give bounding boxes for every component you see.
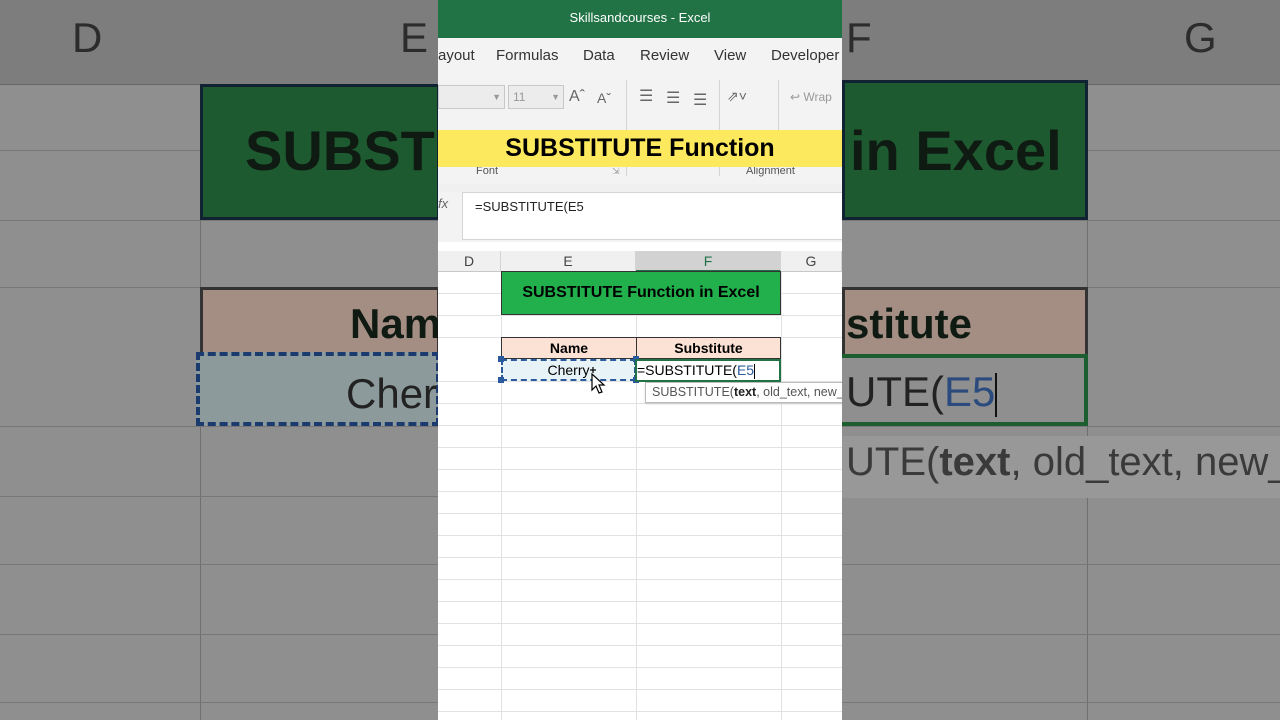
ribbon-tabs: ayout Formulas Data Review View Develope… — [438, 38, 842, 76]
formula-input[interactable]: =SUBSTITUTE(E5 — [462, 192, 842, 240]
gridline — [438, 315, 842, 316]
bg-header-left-text: Nam — [350, 300, 442, 347]
bg-title-right-text: in Excel — [850, 119, 1062, 182]
tab-review[interactable]: Review — [640, 47, 689, 64]
bg-name-text: Cher — [346, 370, 438, 417]
gridline — [438, 601, 842, 602]
tooltip-function-name: SUBSTITUTE( — [652, 385, 734, 399]
tab-data[interactable]: Data — [583, 47, 615, 64]
gridline — [438, 469, 842, 470]
excel-window: Skillsandcourses - Excel ayout Formulas … — [438, 0, 842, 720]
tab-page-layout[interactable]: ayout — [438, 47, 475, 64]
tooltip-current-arg[interactable]: text — [734, 385, 756, 399]
wrap-text-icon: ↩ — [790, 90, 804, 104]
dialog-launcher-icon[interactable]: ⇲ — [612, 166, 620, 177]
gridline — [438, 447, 842, 448]
sheet-title-cell[interactable]: SUBSTITUTE Function in Excel — [501, 271, 781, 315]
wrap-text-label: Wrap — [803, 90, 832, 104]
gridline — [438, 557, 842, 558]
bg-col-g: G — [1184, 14, 1217, 61]
column-header-d[interactable]: D — [438, 251, 501, 272]
function-tooltip: SUBSTITUTE(text, old_text, new_ — [645, 382, 842, 403]
bg-col-e: E — [400, 14, 429, 61]
bg-header-right-text: stitute — [846, 300, 972, 347]
gridline — [438, 579, 842, 580]
tab-developer[interactable]: Developer — [771, 47, 839, 64]
chevron-down-icon: ▼ — [551, 92, 560, 102]
font-size-combo[interactable]: 11 ▼ — [508, 85, 564, 109]
decrease-font-icon[interactable]: Aˇ — [597, 90, 611, 106]
bg-edit-text: UTE(E5 — [846, 368, 998, 417]
edit-cell-f5[interactable]: =SUBSTITUTE(E5 — [635, 359, 781, 382]
name-cell-e5[interactable]: Cherry — [501, 359, 636, 381]
tab-formulas[interactable]: Formulas — [496, 47, 559, 64]
gridline — [438, 513, 842, 514]
selection-handle[interactable] — [498, 377, 504, 383]
text-caret — [754, 363, 756, 379]
column-header-g[interactable]: G — [781, 251, 842, 272]
gridline — [438, 623, 842, 624]
tooltip-rest-args: , old_text, new_ — [756, 385, 842, 399]
align-top-icon[interactable]: ☰ — [639, 86, 653, 106]
gridline — [438, 645, 842, 646]
bg-col-f: F — [846, 14, 872, 61]
formula-bar-gap — [438, 184, 842, 192]
bg-tooltip-text: UTE(text, old_text, new_ — [846, 440, 1280, 484]
gridline — [781, 272, 782, 720]
column-header-f[interactable]: F — [636, 251, 781, 272]
overlay-banner: SUBSTITUTE Function — [438, 130, 842, 167]
tab-view[interactable]: View — [714, 47, 746, 64]
gridline — [438, 689, 842, 690]
font-name-combo[interactable]: ▼ — [438, 85, 505, 109]
font-size-value: 11 — [513, 90, 526, 104]
bg-col-d: D — [72, 14, 103, 61]
header-cell-substitute[interactable]: Substitute — [636, 337, 781, 359]
gridline — [438, 535, 842, 536]
align-middle-icon[interactable]: ☰ — [666, 88, 680, 108]
gridline — [438, 711, 842, 712]
gridline — [438, 403, 842, 404]
gridline — [438, 667, 842, 668]
window-title: Skillsandcourses - Excel — [438, 0, 842, 38]
chevron-down-icon: ▼ — [492, 92, 501, 102]
gridline — [438, 491, 842, 492]
formula-bar: fx =SUBSTITUTE(E5 — [438, 192, 842, 242]
increase-font-icon[interactable]: Aˆ — [569, 88, 585, 106]
edit-cell-formula: =SUBSTITUTE( — [637, 362, 737, 378]
column-header-e[interactable]: E — [501, 251, 636, 272]
header-cell-name[interactable]: Name — [501, 337, 637, 359]
move-cursor-icon — [590, 367, 606, 394]
fx-icon[interactable]: fx — [438, 196, 448, 211]
gridline — [438, 425, 842, 426]
orientation-icon[interactable]: ⇗˅ — [727, 88, 747, 105]
wrap-text-button[interactable]: ↩ Wrap — [790, 90, 832, 104]
edit-cell-ref: E5 — [736, 362, 755, 378]
selection-handle[interactable] — [498, 356, 504, 362]
align-bottom-icon[interactable]: ☰ — [693, 90, 707, 110]
